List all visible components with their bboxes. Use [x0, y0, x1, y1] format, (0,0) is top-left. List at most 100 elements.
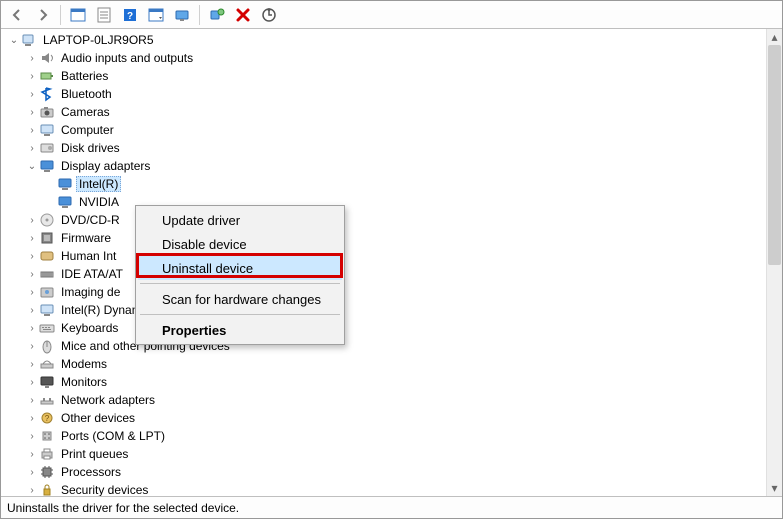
tree-node[interactable]: ›Firmware: [3, 229, 766, 247]
toolbar-separator: [199, 5, 200, 25]
tree-node[interactable]: ›Security devices: [3, 481, 766, 496]
tree-node-label: DVD/CD-R: [58, 212, 123, 228]
tree-node[interactable]: ›Print queues: [3, 445, 766, 463]
expand-icon[interactable]: ›: [25, 357, 39, 371]
expand-icon[interactable]: ›: [25, 321, 39, 335]
context-menu-item[interactable]: Scan for hardware changes: [138, 287, 342, 311]
tree-node[interactable]: ›Mice and other pointing devices: [3, 337, 766, 355]
tree-node-label: Imaging de: [58, 284, 123, 300]
expand-icon[interactable]: ›: [25, 87, 39, 101]
toolbar-view-button[interactable]: [170, 4, 194, 26]
tree-node-label: Disk drives: [58, 140, 123, 156]
collapse-icon[interactable]: ⌄: [7, 33, 21, 47]
tree-node-label: Ports (COM & LPT): [58, 428, 168, 444]
tree-node[interactable]: ⌄LAPTOP-0LJR9OR5: [3, 31, 766, 49]
context-menu-item[interactable]: Update driver: [138, 208, 342, 232]
tree-node[interactable]: ›Network adapters: [3, 391, 766, 409]
tree-node[interactable]: ›Modems: [3, 355, 766, 373]
network-icon: [39, 392, 55, 408]
expand-icon[interactable]: ›: [25, 267, 39, 281]
tree-node[interactable]: › Ports (COM & LPT): [3, 427, 766, 445]
toolbar-uninstall-button[interactable]: [231, 4, 255, 26]
tree-node-label: Cameras: [58, 104, 113, 120]
expand-icon[interactable]: ›: [25, 213, 39, 227]
tree-node-label: Intel(R): [76, 176, 121, 192]
context-menu-item[interactable]: Properties: [138, 318, 342, 342]
toolbar-scan-button[interactable]: [205, 4, 229, 26]
computer-root-icon: [21, 32, 37, 48]
toolbar-forward-button[interactable]: [31, 4, 55, 26]
update-icon: [261, 7, 277, 23]
content-area: ⌄LAPTOP-0LJR9OR5›Audio inputs and output…: [1, 29, 782, 496]
toolbar-update-button[interactable]: [257, 4, 281, 26]
tree-node[interactable]: ⌄ Display adapters: [3, 157, 766, 175]
toolbar-properties-button[interactable]: [92, 4, 116, 26]
scroll-thumb[interactable]: [768, 45, 781, 265]
printer-icon: [39, 446, 55, 462]
vertical-scrollbar[interactable]: ▴ ▾: [766, 29, 782, 496]
tree-node[interactable]: ›IDE ATA/AT: [3, 265, 766, 283]
toolbar-show-hidden-button[interactable]: [66, 4, 90, 26]
properties-icon: [96, 7, 112, 23]
view-icon: [174, 7, 190, 23]
tree-node-label: Bluetooth: [58, 86, 115, 102]
scroll-down-arrow[interactable]: ▾: [767, 480, 782, 496]
tree-node[interactable]: ›Computer: [3, 121, 766, 139]
tree-node[interactable]: › Cameras: [3, 103, 766, 121]
computer-icon: [39, 122, 55, 138]
expand-icon[interactable]: ›: [25, 465, 39, 479]
toolbar-help-button[interactable]: ?: [118, 4, 142, 26]
expand-icon[interactable]: ›: [25, 231, 39, 245]
tree-node[interactable]: ›Batteries: [3, 67, 766, 85]
back-icon: [9, 7, 25, 23]
device-manager-window: ? ⌄LAPTOP-0LJR9OR5›Audio inputs and outp…: [0, 0, 783, 519]
expand-icon[interactable]: ›: [25, 393, 39, 407]
hid-icon: [39, 248, 55, 264]
expand-icon[interactable]: ›: [25, 249, 39, 263]
context-menu-item[interactable]: Disable device: [138, 232, 342, 256]
status-text: Uninstalls the driver for the selected d…: [7, 501, 239, 515]
expand-icon[interactable]: ›: [25, 141, 39, 155]
display-icon: [39, 158, 55, 174]
svg-text:?: ?: [45, 414, 50, 423]
display-icon: [57, 176, 73, 192]
tree-node[interactable]: › DVD/CD-R: [3, 211, 766, 229]
expand-icon[interactable]: ›: [25, 411, 39, 425]
expand-icon[interactable]: ›: [25, 375, 39, 389]
tree-node[interactable]: ›Keyboards: [3, 319, 766, 337]
context-menu-item[interactable]: Uninstall device: [138, 256, 342, 280]
scroll-up-arrow[interactable]: ▴: [767, 29, 782, 45]
tree-node[interactable]: › Bluetooth: [3, 85, 766, 103]
expand-icon[interactable]: ›: [25, 339, 39, 353]
tree-node[interactable]: ›Intel(R) Dynamic Platform and Thermal F…: [3, 301, 766, 319]
tree-node[interactable]: › Processors: [3, 463, 766, 481]
expand-icon[interactable]: ›: [25, 123, 39, 137]
keyboard-icon: [39, 320, 55, 336]
expand-icon[interactable]: ›: [25, 447, 39, 461]
forward-icon: [35, 7, 51, 23]
tree-node-label: NVIDIA: [76, 194, 122, 210]
tree-node[interactable]: › Disk drives: [3, 139, 766, 157]
collapse-icon[interactable]: ⌄: [25, 159, 39, 173]
expand-icon[interactable]: ›: [25, 51, 39, 65]
tree-node-label: Display adapters: [58, 158, 153, 174]
expand-icon[interactable]: ›: [25, 285, 39, 299]
expand-icon[interactable]: ›: [25, 483, 39, 496]
tree-node[interactable]: › Imaging de: [3, 283, 766, 301]
expand-icon[interactable]: ›: [25, 69, 39, 83]
tree-node[interactable]: ›Monitors: [3, 373, 766, 391]
tree-node[interactable]: ›Human Int: [3, 247, 766, 265]
expand-icon[interactable]: ›: [25, 303, 39, 317]
expand-icon[interactable]: ›: [25, 105, 39, 119]
tree-node[interactable]: ›Audio inputs and outputs: [3, 49, 766, 67]
mouse-icon: [39, 338, 55, 354]
tree-node[interactable]: ›NVIDIA: [3, 193, 766, 211]
toolbar-back-button[interactable]: [5, 4, 29, 26]
disk-icon: [39, 140, 55, 156]
tree-node-label: Processors: [58, 464, 124, 480]
tree-node[interactable]: ›?Other devices: [3, 409, 766, 427]
expand-icon[interactable]: ›: [25, 429, 39, 443]
tree-node[interactable]: ›Intel(R): [3, 175, 766, 193]
scan-icon: [209, 7, 225, 23]
toolbar-action-button[interactable]: [144, 4, 168, 26]
